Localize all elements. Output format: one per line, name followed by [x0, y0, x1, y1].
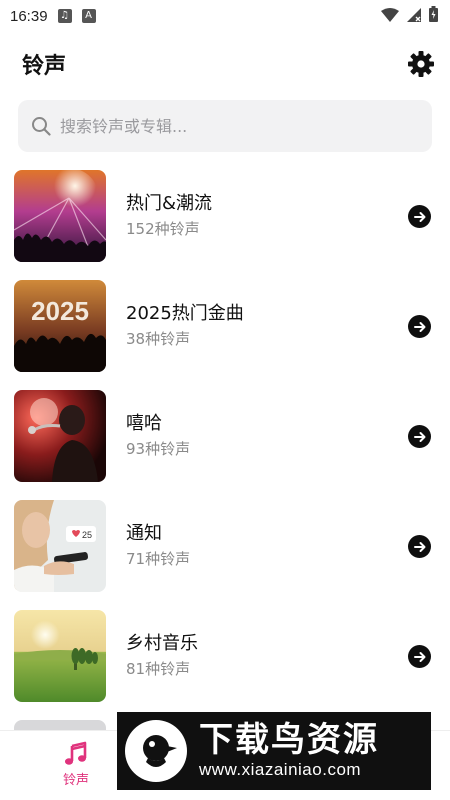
bird-logo-icon	[125, 720, 187, 782]
arrow-right-icon	[413, 321, 425, 332]
open-category-button[interactable]	[408, 535, 431, 558]
watermark-text: 下载鸟资源 www.xiazainiao.com	[199, 721, 379, 781]
list-item-text: 2025热门金曲 38种铃声	[126, 280, 244, 350]
list-item[interactable]: 2025 2025热门金曲 38种铃声	[0, 280, 450, 390]
watermark-title: 下载鸟资源	[199, 720, 379, 760]
category-thumbnail-hiphop	[14, 390, 106, 482]
list-item-count: 93种铃声	[126, 440, 191, 458]
ringtone-category-list: 热门&潮流 152种铃声 2025 2025热门金曲 38种铃声 嘻哈 93种铃…	[0, 170, 450, 720]
list-item-text: 嘻哈 93种铃声	[126, 390, 190, 460]
arrow-right-icon	[413, 431, 425, 442]
list-item-text: 热门&潮流 152种铃声	[126, 170, 212, 240]
category-thumbnail-countryside	[14, 610, 106, 702]
arrow-right-icon	[413, 211, 425, 222]
category-thumbnail-2025: 2025	[14, 280, 106, 372]
list-item-title: 乡村音乐	[126, 633, 198, 654]
tab-ringtones[interactable]: 铃声	[48, 741, 104, 788]
search-input[interactable]	[60, 116, 400, 136]
battery-icon	[429, 6, 438, 26]
search-bar[interactable]	[18, 100, 432, 152]
list-item-title: 通知	[126, 523, 162, 544]
open-category-button[interactable]	[408, 315, 431, 338]
list-item[interactable]: 25 通知 71种铃声	[0, 500, 450, 610]
watermark-url: www.xiazainiao.com	[199, 760, 362, 779]
open-category-button[interactable]	[408, 205, 431, 228]
list-item-title: 2025热门金曲	[126, 303, 244, 324]
list-item-count: 38种铃声	[126, 330, 191, 348]
wifi-icon	[381, 7, 399, 26]
watermark-banner: 下载鸟资源 www.xiazainiao.com	[117, 712, 431, 790]
status-time: 16:39	[10, 7, 48, 25]
category-thumbnail-concert	[14, 170, 106, 262]
list-item-count: 81种铃声	[126, 660, 191, 678]
list-item-count: 152种铃声	[126, 220, 200, 238]
list-item[interactable]: 热门&潮流 152种铃声	[0, 170, 450, 280]
open-category-button[interactable]	[408, 645, 431, 668]
open-category-button[interactable]	[408, 425, 431, 448]
list-item-text: 通知 71种铃声	[126, 500, 190, 570]
list-item[interactable]: 乡村音乐 81种铃声	[0, 610, 450, 720]
search-icon	[30, 115, 52, 137]
list-item-title: 热门&潮流	[126, 193, 213, 214]
signal-icon	[407, 7, 421, 26]
status-icons	[381, 6, 438, 26]
arrow-right-icon	[413, 651, 425, 662]
page-title: 铃声	[22, 54, 67, 79]
list-item[interactable]: 嘻哈 93种铃声	[0, 390, 450, 500]
thumbnail-like-count: 25	[82, 530, 92, 540]
settings-button[interactable]	[406, 49, 436, 79]
gear-icon	[408, 51, 434, 77]
list-item-count: 71种铃声	[126, 550, 191, 568]
text-app-icon: A	[81, 9, 96, 23]
list-item-text: 乡村音乐 81种铃声	[126, 610, 198, 680]
music-app-icon: ♫	[57, 9, 72, 23]
music-note-icon	[65, 741, 87, 765]
category-thumbnail-notification: 25	[14, 500, 106, 592]
header: 铃声	[0, 44, 450, 84]
list-item-title: 嘻哈	[126, 413, 162, 434]
arrow-right-icon	[413, 541, 425, 552]
status-bar: 16:39 ♫ A	[0, 0, 450, 32]
thumbnail-year-text: 2025	[31, 296, 89, 326]
tab-label: 铃声	[62, 773, 89, 788]
